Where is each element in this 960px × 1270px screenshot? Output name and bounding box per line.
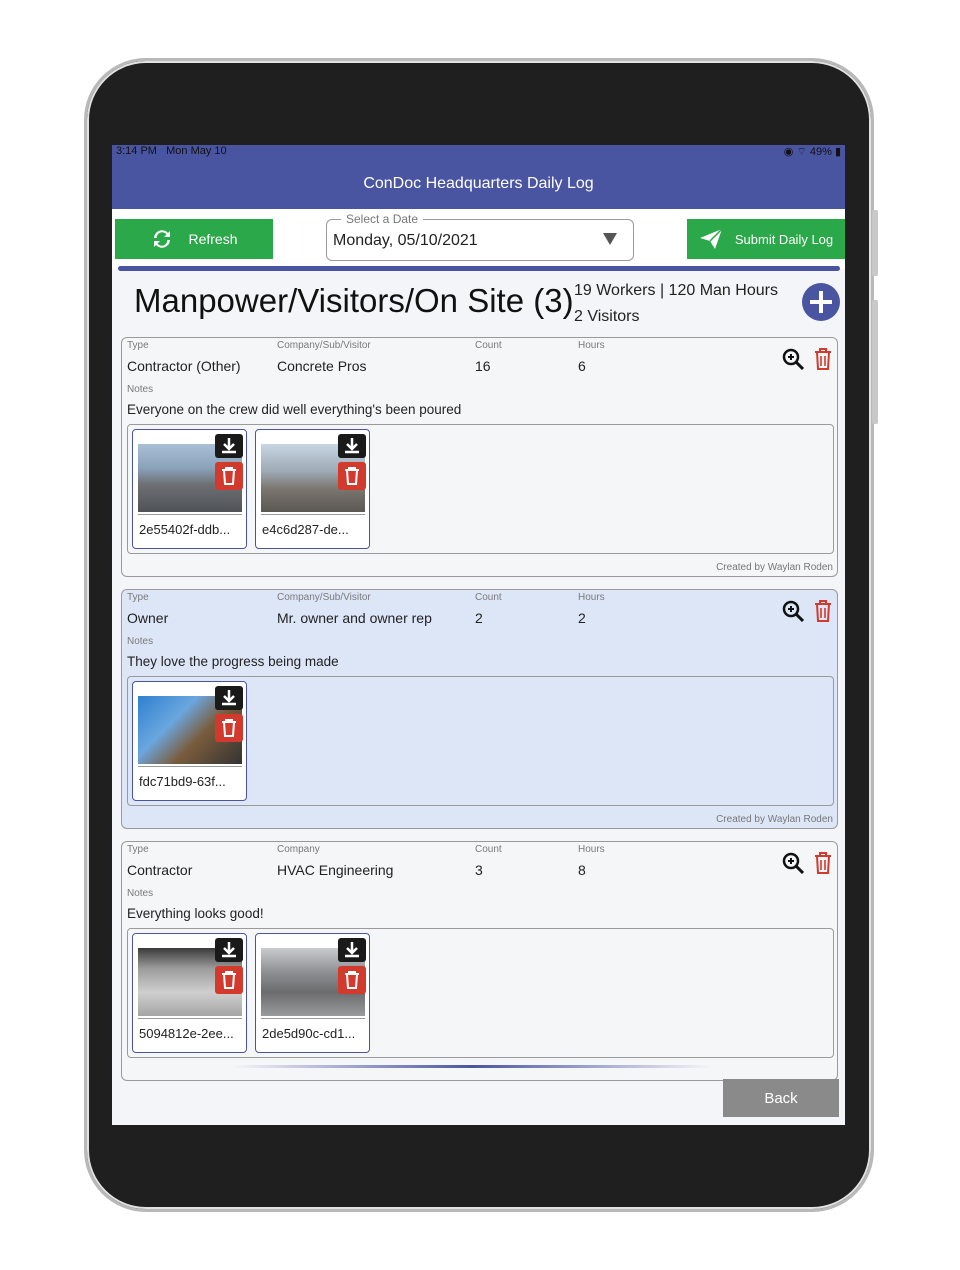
- entry-count: 3: [475, 862, 483, 878]
- entry-count: 2: [475, 610, 483, 626]
- submit-daily-log-button[interactable]: Submit Daily Log: [687, 219, 845, 259]
- attachment-filename: 5094812e-2ee...: [139, 1026, 234, 1041]
- entry-company: Concrete Pros: [277, 358, 367, 374]
- attachment-filename: 2de5d90c-cd1...: [262, 1026, 356, 1041]
- download-icon[interactable]: [215, 938, 243, 962]
- entry-notes: They love the progress being made: [127, 654, 339, 669]
- download-icon[interactable]: [215, 686, 243, 710]
- delete-attachment-icon[interactable]: [215, 714, 243, 742]
- status-battery: ◉ ⌔ 49% ▮: [783, 146, 841, 158]
- delete-attachment-icon[interactable]: [338, 966, 366, 994]
- download-icon[interactable]: [215, 434, 243, 458]
- date-picker-label: Select a Date: [341, 212, 424, 226]
- attachments-panel: fdc71bd9-63f...: [127, 676, 834, 806]
- attachments-panel: 2e55402f-ddb... e4c6d287-de...: [127, 424, 834, 554]
- entry-hours: 2: [578, 610, 586, 626]
- attachment-thumbnail[interactable]: 2e55402f-ddb...: [132, 429, 247, 549]
- add-entry-button[interactable]: [802, 283, 840, 321]
- entry-notes: Everything looks good!: [127, 906, 264, 921]
- entry-type: Contractor: [127, 862, 193, 878]
- attachment-thumbnail[interactable]: 2de5d90c-cd1...: [255, 933, 370, 1053]
- footer-divider: [232, 1065, 712, 1068]
- entry-hours: 6: [578, 358, 586, 374]
- zoom-icon[interactable]: [782, 852, 804, 874]
- attachment-filename: 2e55402f-ddb...: [139, 522, 231, 537]
- refresh-button[interactable]: Refresh: [115, 219, 273, 259]
- chevron-down-icon: [603, 233, 617, 245]
- date-picker-value: Monday, 05/10/2021: [333, 232, 478, 249]
- section-summary: 19 Workers | 120 Man Hours 2 Visitors: [574, 282, 778, 325]
- download-icon[interactable]: [338, 434, 366, 458]
- entry-company: Mr. owner and owner rep: [277, 610, 432, 626]
- status-bar: 3:14 PM Mon May 10 ◉ ⌔ 49% ▮: [112, 145, 845, 159]
- delete-attachment-icon[interactable]: [338, 462, 366, 490]
- manpower-entry-card: Type Company Count Hours Contractor HVAC…: [121, 841, 838, 1081]
- trash-icon[interactable]: [813, 599, 833, 623]
- manpower-entry-card: Type Company/Sub/Visitor Count Hours Own…: [121, 589, 838, 829]
- entry-company: HVAC Engineering: [277, 862, 394, 878]
- download-icon[interactable]: [338, 938, 366, 962]
- zoom-icon[interactable]: [782, 348, 804, 370]
- trash-icon[interactable]: [813, 347, 833, 371]
- toolbar: Refresh Select a Date Monday, 05/10/2021…: [112, 209, 845, 269]
- entry-type: Owner: [127, 610, 169, 626]
- section-title: Manpower/Visitors/On Site (3): [134, 282, 574, 319]
- attachment-thumbnail[interactable]: fdc71bd9-63f...: [132, 681, 247, 801]
- app-screen: 3:14 PM Mon May 10 ◉ ⌔ 49% ▮ ConDoc Head…: [112, 145, 845, 1125]
- nav-title: ConDoc Headquarters Daily Log: [112, 159, 845, 209]
- manpower-entry-card: Type Company/Sub/Visitor Count Hours Con…: [121, 337, 838, 577]
- zoom-icon[interactable]: [782, 600, 804, 622]
- attachment-filename: fdc71bd9-63f...: [139, 774, 226, 789]
- back-button[interactable]: Back: [723, 1079, 839, 1117]
- entry-notes: Everyone on the crew did well everything…: [127, 402, 462, 417]
- delete-attachment-icon[interactable]: [215, 966, 243, 994]
- volume-up-button: [872, 210, 878, 276]
- trash-icon[interactable]: [813, 851, 833, 875]
- refresh-icon: [154, 230, 171, 248]
- status-time-date: 3:14 PM Mon May 10: [116, 145, 227, 157]
- created-by: Created by Waylan Roden: [716, 814, 833, 825]
- send-icon: [699, 228, 723, 249]
- attachment-thumbnail[interactable]: 5094812e-2ee...: [132, 933, 247, 1053]
- attachments-panel: 5094812e-2ee... 2de5d90c-cd1...: [127, 928, 834, 1058]
- created-by: Created by Waylan Roden: [716, 562, 833, 573]
- attachment-thumbnail[interactable]: e4c6d287-de...: [255, 429, 370, 549]
- wifi-icon: ◉ ⌔: [783, 146, 807, 158]
- attachment-filename: e4c6d287-de...: [262, 522, 349, 537]
- entry-count: 16: [475, 358, 491, 374]
- entry-hours: 8: [578, 862, 586, 878]
- section-divider: [118, 266, 840, 271]
- entry-type: Contractor (Other): [127, 358, 241, 374]
- volume-down-button: [872, 300, 878, 424]
- date-picker[interactable]: Select a Date Monday, 05/10/2021: [326, 212, 634, 261]
- delete-attachment-icon[interactable]: [215, 462, 243, 490]
